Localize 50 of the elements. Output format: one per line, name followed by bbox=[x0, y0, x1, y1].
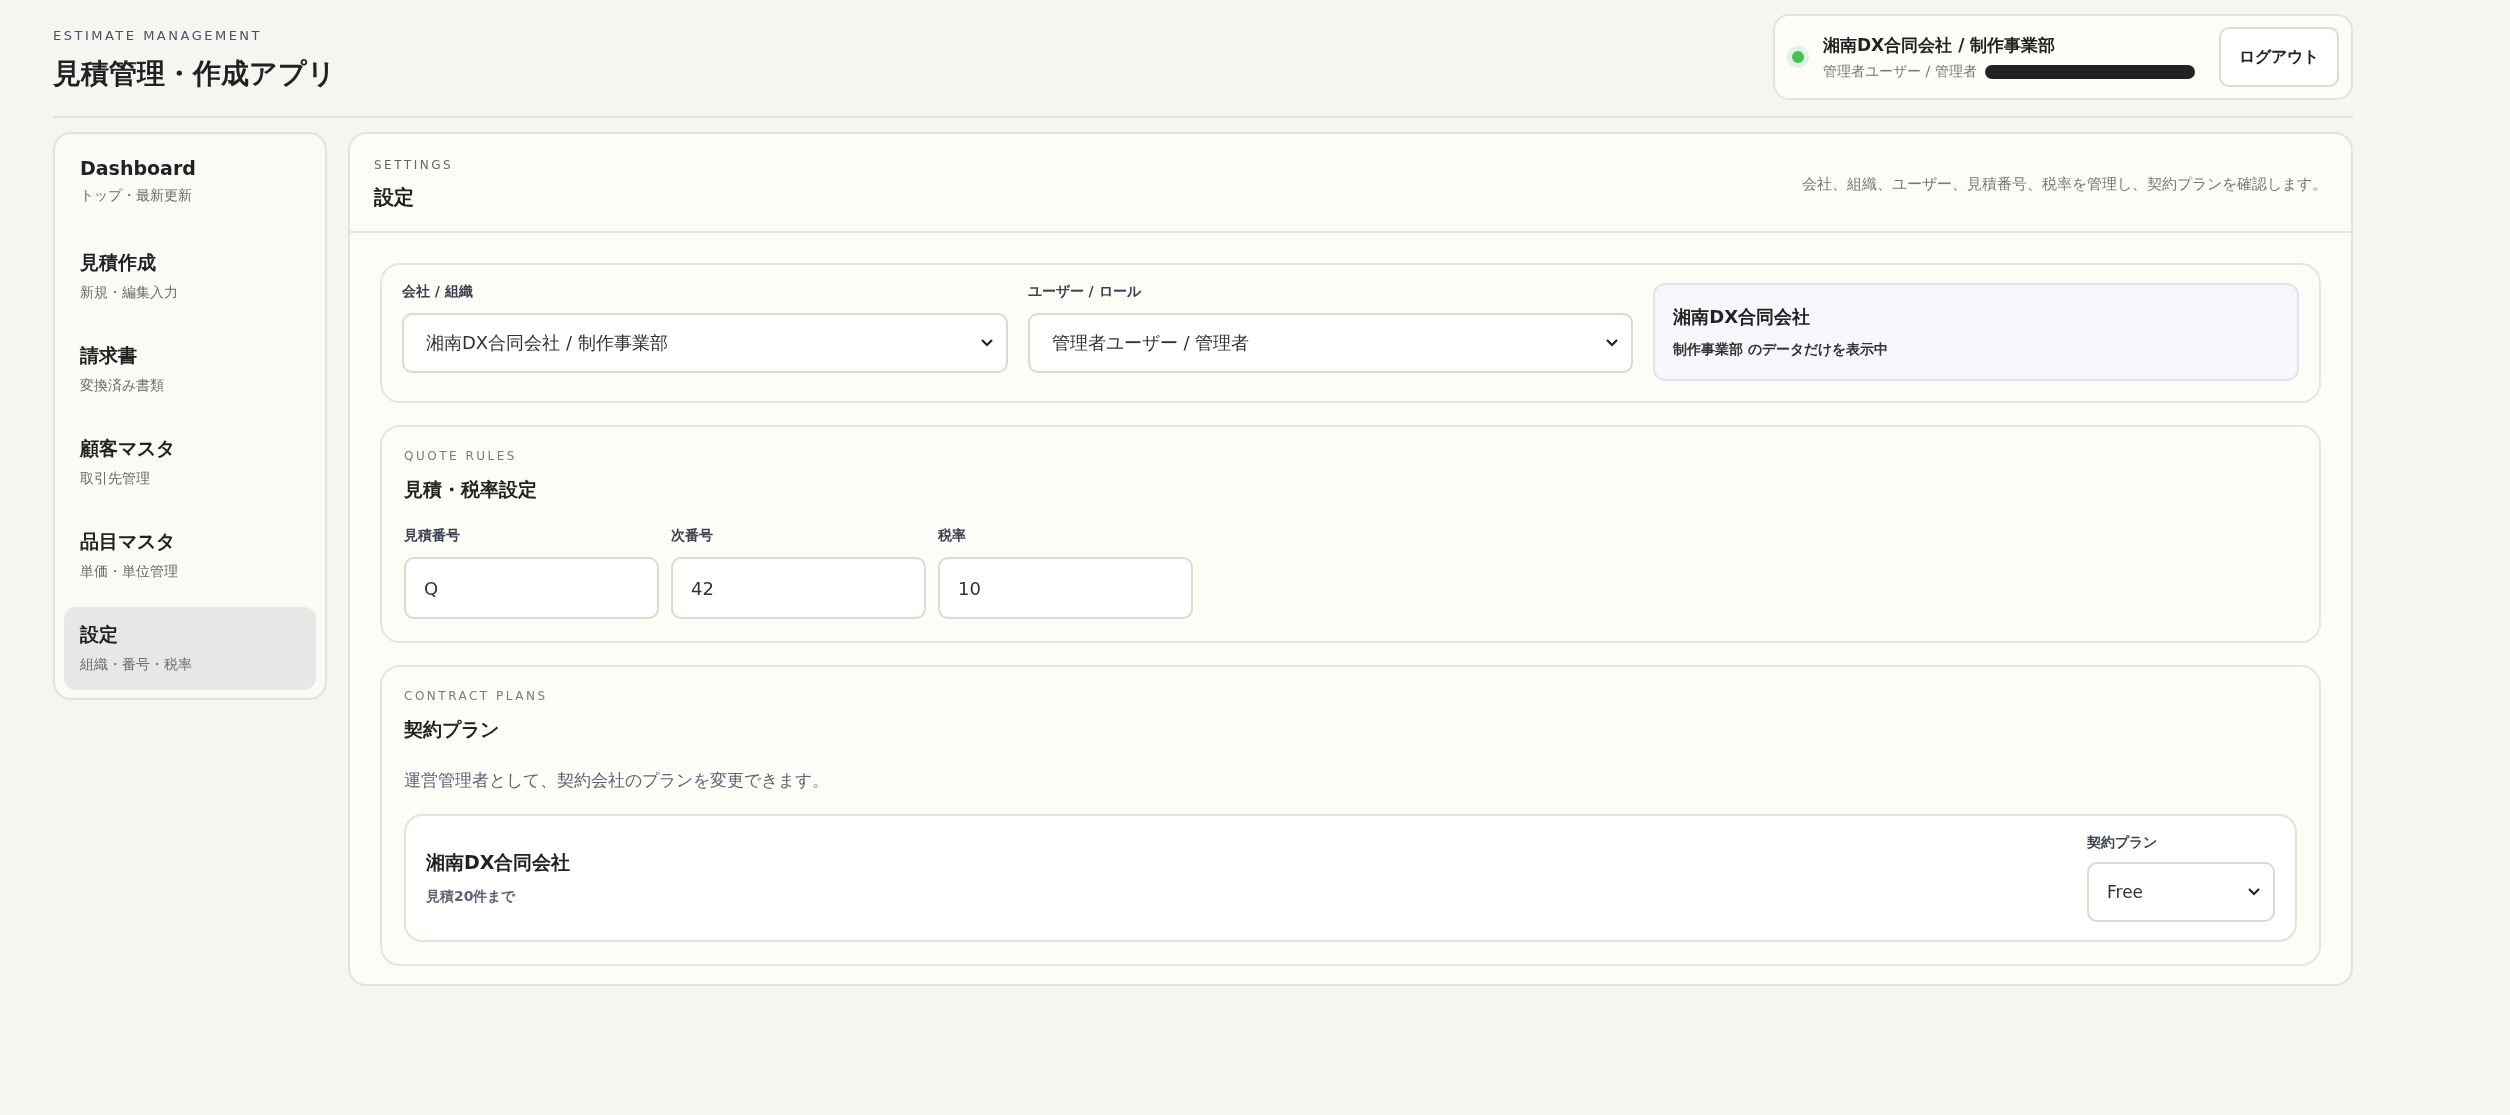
field-label: 税率 bbox=[938, 527, 967, 545]
sidebar-item-label: Dashboard bbox=[80, 157, 197, 179]
sidebar-item-subtitle: 変換済み書類 bbox=[80, 377, 165, 395]
sidebar-item[interactable]: 顧客マスタ 取引先管理 bbox=[64, 421, 316, 504]
sidebar-item[interactable]: 品目マスタ 単価・単位管理 bbox=[64, 514, 316, 597]
user-select[interactable]: 管理者ユーザー / 管理者 bbox=[1027, 313, 1634, 373]
section-title: 契約プラン bbox=[404, 717, 500, 742]
field-label: 見積番号 bbox=[404, 527, 461, 545]
info-text: 制作事業部 のデータだけを表示中 bbox=[1673, 341, 1890, 359]
sidebar-item-subtitle: 組織・番号・税率 bbox=[80, 656, 193, 674]
section-eyebrow: CONTRACT PLANS bbox=[404, 689, 549, 703]
sidebar-item[interactable]: 見積作成 新規・編集入力 bbox=[64, 235, 316, 318]
section-description: 運営管理者として、契約会社のプランを変更できます。 bbox=[404, 769, 830, 792]
company-select[interactable]: 湘南DX合同会社 / 制作事業部 bbox=[402, 313, 1008, 373]
sidebar-item-subtitle: トップ・最新更新 bbox=[80, 187, 193, 205]
sidebar-item-subtitle: 新規・編集入力 bbox=[80, 284, 179, 302]
input-field[interactable]: 42 bbox=[671, 557, 926, 619]
section-eyebrow: QUOTE RULES bbox=[404, 449, 518, 463]
page-title: 設定 bbox=[374, 184, 415, 211]
company-name: 湘南DX合同会社 bbox=[426, 850, 571, 875]
info-title: 湘南DX合同会社 bbox=[1673, 305, 1812, 329]
plan-select[interactable]: Free bbox=[2087, 862, 2275, 922]
page-description: 会社、組織、ユーザー、見積番号、税率を管理し、契約プランを確認します。 bbox=[1802, 175, 2327, 194]
input-field[interactable]: 10 bbox=[938, 557, 1193, 619]
account-org: 湘南DX合同会社 / 制作事業部 bbox=[1823, 33, 2057, 57]
sidebar-item[interactable]: Dashboard トップ・最新更新 bbox=[64, 142, 316, 225]
sidebar-item[interactable]: 設定 組織・番号・税率 bbox=[64, 607, 316, 690]
app-title: 見積管理・作成アプリ bbox=[53, 56, 336, 92]
field-label: 契約プラン bbox=[2087, 834, 2158, 852]
sidebar-item-subtitle: 単価・単位管理 bbox=[80, 563, 179, 581]
sidebar-item-label: 見積作成 bbox=[80, 250, 157, 275]
sidebar-item-label: 請求書 bbox=[80, 343, 138, 368]
field-label: 次番号 bbox=[671, 527, 714, 545]
company-limit: 見積20件まで bbox=[426, 888, 517, 906]
sidebar-item[interactable]: 請求書 変換済み書類 bbox=[64, 328, 316, 411]
account-user: 管理者ユーザー / 管理者 bbox=[1823, 62, 1977, 81]
section-eyebrow: SETTINGS bbox=[374, 158, 454, 172]
logout-button[interactable]: ログアウト bbox=[2219, 27, 2339, 87]
chevron-down-icon bbox=[979, 338, 994, 348]
sidebar-item-label: 品目マスタ bbox=[80, 529, 176, 554]
field-label: 会社 / 組織 bbox=[402, 283, 474, 301]
input-field[interactable]: Q bbox=[404, 557, 659, 619]
sidebar-item-label: 顧客マスタ bbox=[80, 436, 176, 461]
sidebar-item-subtitle: 取引先管理 bbox=[80, 470, 151, 488]
chevron-down-icon bbox=[1605, 338, 1620, 348]
sidebar-item-label: 設定 bbox=[80, 622, 119, 647]
section-title: 見積・税率設定 bbox=[404, 477, 538, 502]
field-label: ユーザー / ロール bbox=[1027, 283, 1142, 301]
chevron-down-icon bbox=[2247, 887, 2261, 897]
app-eyebrow: ESTIMATE MANAGEMENT bbox=[53, 28, 263, 43]
